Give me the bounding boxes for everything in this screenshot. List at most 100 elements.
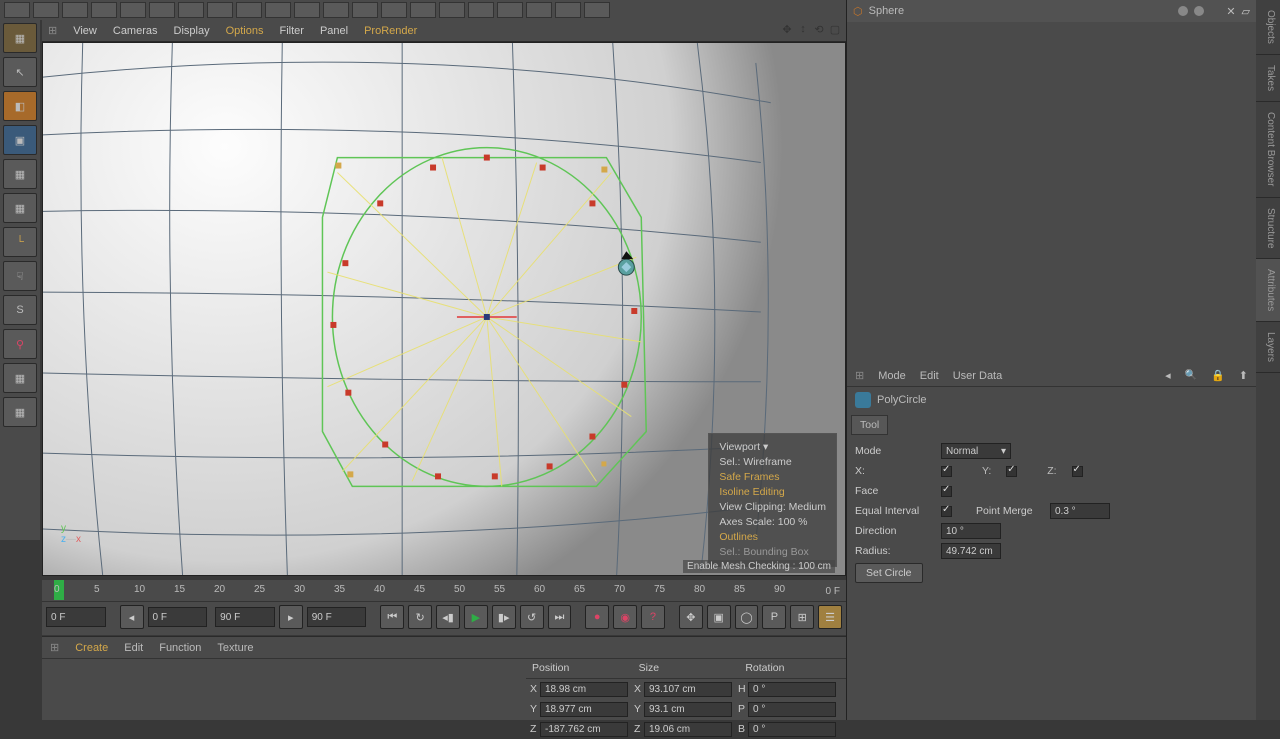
pos-y[interactable]: 18.977 cm [540,702,628,717]
record-icon[interactable]: ● [585,605,609,629]
frame-end[interactable]: 90 F [307,607,367,627]
rot-h[interactable]: 0 ° [748,682,836,697]
move-key-icon[interactable]: ✥ [679,605,703,629]
slide-right-icon[interactable]: ▸ [279,605,303,629]
y-checkbox[interactable] [1006,466,1017,477]
vis-editor-icon[interactable] [1178,6,1188,16]
tool-handle[interactable]: ☟ [3,261,37,291]
rot-p[interactable]: 0 ° [748,702,836,717]
goto-start-icon[interactable]: ⏮ [380,605,404,629]
tag-icon[interactable]: ✕ [1226,5,1235,18]
play-icon[interactable]: ▶ [464,605,488,629]
toolbar-btn[interactable] [149,2,175,18]
up-icon[interactable]: ⬆ [1239,369,1248,382]
radius-input[interactable]: 49.742 cm [941,543,1001,559]
toolbar-btn[interactable] [439,2,465,18]
tool-cube[interactable]: ▦ [3,23,37,53]
tool-polys[interactable]: ▦ [3,193,37,223]
viewport[interactable]: yz—x Viewport ▾ Sel.: Wireframe Safe Fra… [42,42,846,576]
sidetab-attributes[interactable]: Attributes [1256,259,1280,322]
menu-display[interactable]: Display [174,25,210,37]
tab-function[interactable]: Function [159,642,201,654]
autokey-icon[interactable]: ◉ [613,605,637,629]
orbit-icon[interactable]: ⟲ [812,22,826,36]
search-icon[interactable]: 🔍 [1185,370,1197,381]
toolbar-btn[interactable] [4,2,30,18]
toolbar-btn[interactable] [410,2,436,18]
toolbar-btn[interactable] [294,2,320,18]
object-row-sphere[interactable]: ⬡ Sphere ✕ ▱ [847,0,1256,22]
pan-icon[interactable]: ✥ [780,22,794,36]
loop-icon[interactable]: ↻ [408,605,432,629]
size-y[interactable]: 93.1 cm [644,702,732,717]
toolbar-btn[interactable] [120,2,146,18]
set-circle-button[interactable]: Set Circle [855,563,923,583]
param-key-icon[interactable]: P [762,605,786,629]
lock-icon[interactable]: 🔒 [1211,369,1225,382]
toolbar-btn[interactable] [265,2,291,18]
z-checkbox[interactable] [1072,466,1083,477]
face-checkbox[interactable] [941,486,952,497]
menu-prorender[interactable]: ProRender [364,25,417,37]
sidetab-content[interactable]: Content Browser [1256,102,1280,197]
rot-key-icon[interactable]: ◯ [735,605,759,629]
toolbar-btn[interactable] [555,2,581,18]
tool-points[interactable]: ▣ [3,125,37,155]
eq-checkbox[interactable] [941,506,952,517]
tab-edit[interactable]: Edit [124,642,143,654]
max-icon[interactable]: ▢ [828,22,842,36]
tag2-icon[interactable]: ▱ [1242,5,1250,18]
toolbar-btn[interactable] [178,2,204,18]
rot-b[interactable]: 0 ° [748,722,836,737]
mode-select[interactable]: Normal▾ [941,443,1011,459]
loop2-icon[interactable]: ↺ [520,605,544,629]
toolbar-btn[interactable] [62,2,88,18]
toolbar-btn[interactable] [323,2,349,18]
menu-cameras[interactable]: Cameras [113,25,158,37]
size-z[interactable]: 19.06 cm [644,722,732,737]
toolbar-btn[interactable] [352,2,378,18]
tab-texture[interactable]: Texture [217,642,253,654]
attr-mode[interactable]: Mode [878,370,906,382]
keyopt-icon[interactable]: ? [641,605,665,629]
sidetab-objects[interactable]: Objects [1256,0,1280,55]
step-fwd-icon[interactable]: ▮▸ [492,605,516,629]
tab-create[interactable]: Create [75,642,108,654]
toolbar-btn[interactable] [381,2,407,18]
range-end[interactable]: 90 F [215,607,275,627]
range-start[interactable]: 0 F [148,607,208,627]
tool-snap-s[interactable]: S [3,295,37,325]
pointmerge-input[interactable]: 0.3 ° [1050,503,1110,519]
sidetab-structure[interactable]: Structure [1256,198,1280,260]
tool-tab[interactable]: Tool [851,415,888,435]
menu-filter[interactable]: Filter [280,25,304,37]
tool-grid-b[interactable]: ▦ [3,397,37,427]
toolbar-btn[interactable] [584,2,610,18]
tool-axis[interactable]: └ [3,227,37,257]
sidetab-layers[interactable]: Layers [1256,322,1280,373]
toolbar-btn[interactable] [526,2,552,18]
toolbar-btn[interactable] [207,2,233,18]
goto-end-icon[interactable]: ⏭ [548,605,572,629]
tool-grid-a[interactable]: ▦ [3,363,37,393]
hud-viewport[interactable]: Viewport ▾ [719,440,826,455]
tool-layers[interactable]: ◧ [3,91,37,121]
pos-x[interactable]: 18.98 cm [540,682,628,697]
x-checkbox[interactable] [941,466,952,477]
direction-input[interactable]: 10 ° [941,523,1001,539]
tool-edges[interactable]: ▦ [3,159,37,189]
vis-render-icon[interactable] [1194,6,1204,16]
scale-key-icon[interactable]: ▣ [707,605,731,629]
menu-panel[interactable]: Panel [320,25,348,37]
toolbar-btn[interactable] [236,2,262,18]
frame-current[interactable]: 0 F [46,607,106,627]
toolbar-btn[interactable] [33,2,59,18]
sidetab-takes[interactable]: Takes [1256,55,1280,102]
attr-userdata[interactable]: User Data [953,370,1003,382]
tool-cursor[interactable]: ↖ [3,57,37,87]
menu-view[interactable]: View [73,25,97,37]
attr-edit[interactable]: Edit [920,370,939,382]
slide-left-icon[interactable]: ◂ [120,605,144,629]
timeline-ruler[interactable]: 0510152025303540455055606570758085900 F [42,580,846,602]
toolbar-btn[interactable] [91,2,117,18]
